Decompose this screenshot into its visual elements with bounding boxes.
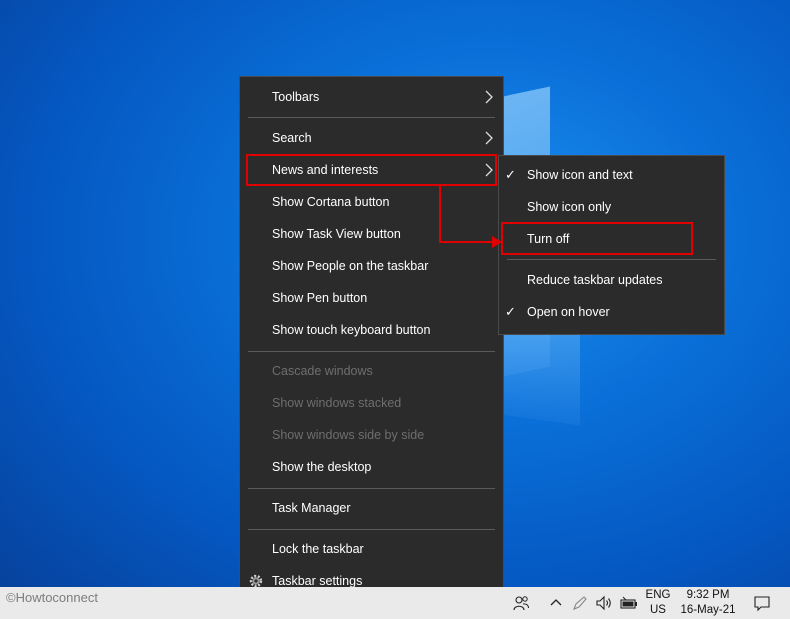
submenu-item-label: Turn off [527,232,570,246]
menu-item-task-manager[interactable]: Task Manager [240,492,503,524]
menu-separator [248,351,495,352]
battery-icon[interactable] [618,587,640,619]
submenu-item-label: Show icon only [527,200,612,214]
checkmark-icon: ✓ [505,304,516,319]
watermark: ©Howtoconnect [6,590,98,605]
notification-icon[interactable] [750,587,774,619]
submenu-item-label: Reduce taskbar updates [527,273,663,287]
menu-item-show-windows-stacked: Show windows stacked [240,387,503,419]
menu-separator [248,529,495,530]
menu-item-label: Task Manager [272,501,351,515]
submenu-item-show-icon-only[interactable]: Show icon only [499,191,724,223]
menu-item-label: Search [272,131,312,145]
region-label: US [650,604,666,616]
submenu-item-label: Show icon and text [527,168,633,182]
annotation-arrow [439,186,502,248]
chevron-right-icon [485,131,493,145]
news-and-interests-submenu: ✓ Show icon and text Show icon only Turn… [498,155,725,335]
menu-item-label: Show windows stacked [272,396,402,410]
volume-icon[interactable] [594,587,614,619]
menu-item-label: Show Pen button [272,291,368,305]
menu-item-label: Show the desktop [272,460,372,474]
menu-item-show-windows-side-by-side: Show windows side by side [240,419,503,451]
menu-item-cascade-windows: Cascade windows [240,355,503,387]
language-indicator[interactable]: ENG US [643,588,673,618]
menu-item-label: Show Cortana button [272,195,390,209]
menu-item-label: Taskbar settings [272,574,363,588]
menu-item-label: News and interests [272,163,379,177]
clock-date: 16-May-21 [680,604,736,616]
menu-item-show-touch-keyboard[interactable]: Show touch keyboard button [240,314,503,346]
menu-item-label: Show windows side by side [272,428,425,442]
menu-item-search[interactable]: Search [240,122,503,154]
clock-time: 9:32 PM [686,589,730,601]
chevron-right-icon [485,90,493,104]
menu-separator [248,117,495,118]
submenu-item-label: Open on hover [527,305,610,319]
menu-item-label: Show People on the taskbar [272,259,429,273]
menu-item-show-pen-button[interactable]: Show Pen button [240,282,503,314]
pen-icon[interactable] [570,587,590,619]
submenu-item-turn-off[interactable]: Turn off [499,223,724,255]
menu-item-label: Lock the taskbar [272,542,364,556]
menu-item-toolbars[interactable]: Toolbars [240,81,503,113]
menu-item-label: Cascade windows [272,364,373,378]
submenu-item-reduce-taskbar-updates[interactable]: Reduce taskbar updates [499,264,724,296]
taskbar-context-menu: Toolbars Search News and interests Show … [239,76,504,606]
language-label: ENG [645,589,671,601]
menu-item-label: Show touch keyboard button [272,323,431,337]
people-icon[interactable] [508,587,534,619]
taskbar-clock[interactable]: 9:32 PM 16-May-21 [677,588,739,618]
menu-item-lock-the-taskbar[interactable]: Lock the taskbar [240,533,503,565]
menu-item-show-the-desktop[interactable]: Show the desktop [240,451,503,483]
chevron-up-icon[interactable] [546,587,566,619]
submenu-item-show-icon-and-text[interactable]: ✓ Show icon and text [499,159,724,191]
menu-separator [507,259,716,260]
menu-item-label: Show Task View button [272,227,401,241]
menu-item-label: Toolbars [272,90,320,104]
menu-separator [248,488,495,489]
submenu-item-open-on-hover[interactable]: ✓ Open on hover [499,296,724,328]
